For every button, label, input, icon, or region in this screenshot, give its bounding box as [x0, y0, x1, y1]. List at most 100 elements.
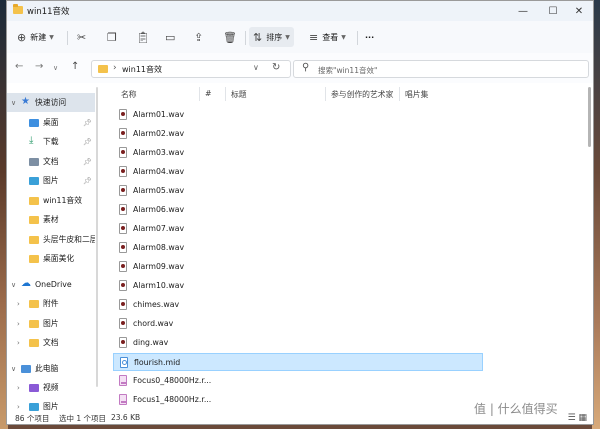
download-icon: ⤓: [29, 135, 34, 146]
minimize-button[interactable]: —: [509, 1, 537, 21]
sidebar-item-label: 视频: [43, 383, 59, 392]
table-row[interactable]: chimes.wav: [113, 296, 483, 314]
copy-button[interactable]: ❐: [107, 27, 117, 47]
table-row[interactable]: ding.wav: [113, 334, 483, 352]
watermark: 值 | 什么值得买: [474, 402, 558, 416]
paste-icon: 📋︎: [136, 30, 150, 44]
table-row[interactable]: Alarm05.wav: [113, 182, 483, 200]
table-row[interactable]: Alarm09.wav: [113, 258, 483, 276]
forward-arrow-icon[interactable]: →: [35, 61, 43, 72]
sidebar-item-this-pc[interactable]: ∨ 此电脑: [7, 359, 95, 378]
sidebar-item-documents[interactable]: 文档 📌︎: [7, 152, 95, 171]
chevron-right-icon[interactable]: ›: [17, 339, 20, 347]
address-bar[interactable]: › win11音效 ∨ ↻: [91, 60, 291, 78]
rename-button[interactable]: ▭: [165, 27, 175, 47]
table-row[interactable]: Focus0_48000Hz.r...: [113, 372, 483, 390]
refresh-icon[interactable]: ↻: [272, 62, 280, 73]
sort-label: 排序: [266, 32, 283, 42]
column-header-name[interactable]: 名称: [121, 89, 137, 100]
table-row[interactable]: Alarm06.wav: [113, 201, 483, 219]
sidebar-item-win11-sounds[interactable]: win11音效: [7, 191, 95, 210]
desktop-icon: [29, 119, 39, 127]
more-button[interactable]: ···: [365, 27, 374, 47]
column-divider[interactable]: [225, 87, 226, 101]
table-row[interactable]: Alarm07.wav: [113, 220, 483, 238]
paste-button[interactable]: 📋︎: [136, 27, 150, 47]
sidebar-item-leather[interactable]: 头层牛皮和二层: [7, 230, 95, 249]
chevron-right-icon[interactable]: ›: [17, 320, 20, 328]
view-button[interactable]: ≡ 查看 ▼: [309, 27, 346, 47]
chevron-down-icon[interactable]: ∨: [11, 281, 16, 289]
search-input[interactable]: [316, 63, 580, 77]
chevron-down-icon[interactable]: ∨: [11, 99, 16, 107]
table-row[interactable]: Alarm01.wav: [113, 106, 483, 124]
sidebar-item-materials[interactable]: 素材: [7, 210, 95, 229]
sidebar-item-label: 快速访问: [35, 98, 67, 107]
sidebar-item-downloads[interactable]: ⤓ 下载 📌︎: [7, 132, 95, 151]
table-row[interactable]: Alarm02.wav: [113, 125, 483, 143]
new-button[interactable]: ⊕ 新建 ▼: [17, 27, 54, 47]
cut-button[interactable]: ✂: [77, 27, 86, 47]
title-bar[interactable]: win11音效 — ☐ ✕: [7, 1, 593, 21]
chevron-down-icon[interactable]: ∨: [11, 365, 16, 373]
selected-size: 23.6 KB: [111, 413, 141, 422]
pin-icon: 📌︎: [83, 137, 92, 146]
sidebar-item-onedrive-pictures[interactable]: › 图片: [7, 314, 95, 333]
table-row[interactable]: Focus1_48000Hz.r...: [113, 391, 483, 409]
column-header-album[interactable]: 唱片集: [405, 89, 428, 100]
file-name: flourish.mid: [134, 358, 181, 367]
audio-file-icon: [119, 299, 127, 310]
sidebar-item-label: 此电脑: [35, 364, 59, 373]
sidebar-item-onedrive-documents[interactable]: › 文档: [7, 333, 95, 352]
table-row[interactable]: chord.wav: [113, 315, 483, 333]
sidebar-item-attachments[interactable]: › 附件: [7, 294, 95, 313]
sidebar-item-onedrive[interactable]: ∨ ☁ OneDrive: [7, 275, 95, 294]
address-path[interactable]: win11音效: [122, 64, 162, 75]
column-header-number[interactable]: #: [205, 89, 212, 98]
chevron-right-icon[interactable]: ›: [17, 384, 20, 392]
column-divider[interactable]: [399, 87, 400, 101]
table-row[interactable]: Alarm03.wav: [113, 144, 483, 162]
file-name: Alarm05.wav: [133, 186, 185, 195]
share-button[interactable]: ⇪: [194, 27, 203, 47]
sort-button[interactable]: ⇅ 排序 ▼: [249, 27, 294, 47]
sidebar-item-pictures[interactable]: 图片 📌︎: [7, 171, 95, 190]
back-arrow-icon[interactable]: ←: [15, 61, 23, 72]
maximize-button[interactable]: ☐: [539, 1, 567, 21]
chevron-right-icon[interactable]: ›: [17, 403, 20, 411]
sidebar-item-desktop[interactable]: 桌面 📌︎: [7, 113, 95, 132]
table-row[interactable]: Alarm08.wav: [113, 239, 483, 257]
sidebar-item-quick-access[interactable]: ∨ ★ 快速访问: [7, 93, 95, 112]
file-name: Alarm09.wav: [133, 262, 185, 271]
chevron-down-icon[interactable]: ∨: [253, 63, 259, 72]
search-box[interactable]: ⚲: [293, 60, 589, 78]
file-list: 名称 # 标题 参与创作的艺术家 唱片集 Alarm01.wav Alarm02…: [99, 83, 585, 413]
column-header-artists[interactable]: 参与创作的艺术家: [331, 89, 393, 100]
table-row-selected[interactable]: flourish.mid: [113, 353, 483, 371]
table-row[interactable]: Alarm10.wav: [113, 277, 483, 295]
audio-file-icon: [119, 128, 127, 139]
folder-icon: [29, 216, 39, 224]
recent-chevron-icon[interactable]: ∨: [53, 64, 58, 72]
sidebar-item-videos[interactable]: › 视频: [7, 378, 95, 397]
sidebar-item-label: win11音效: [43, 196, 82, 205]
command-bar: ⊕ 新建 ▼ ✂ ❐ 📋︎ ▭ ⇪ 🗑︎ ⇅ 排序 ▼ ≡ 查看 ▼ ···: [7, 21, 593, 54]
up-arrow-icon[interactable]: ↑: [71, 61, 79, 72]
audio-file-icon: [119, 223, 127, 234]
sidebar-item-desktop-beautify[interactable]: 桌面美化: [7, 249, 95, 268]
file-list-scrollbar[interactable]: [588, 87, 591, 147]
audio-file-icon: [119, 280, 127, 291]
sidebar-item-label: 桌面: [43, 118, 59, 127]
column-divider[interactable]: [199, 87, 200, 101]
sidebar-scrollbar[interactable]: [96, 87, 98, 387]
delete-button[interactable]: 🗑︎: [223, 27, 237, 47]
close-button[interactable]: ✕: [565, 1, 593, 21]
pin-icon: 📌︎: [83, 157, 92, 166]
chevron-right-icon[interactable]: ›: [17, 300, 20, 308]
details-view-icon[interactable]: ☰ ▦: [568, 413, 587, 423]
table-row[interactable]: Alarm04.wav: [113, 163, 483, 181]
column-header-title[interactable]: 标题: [231, 89, 247, 100]
audio-file-icon: [119, 337, 127, 348]
plus-icon: ⊕: [17, 30, 27, 44]
column-divider[interactable]: [325, 87, 326, 101]
